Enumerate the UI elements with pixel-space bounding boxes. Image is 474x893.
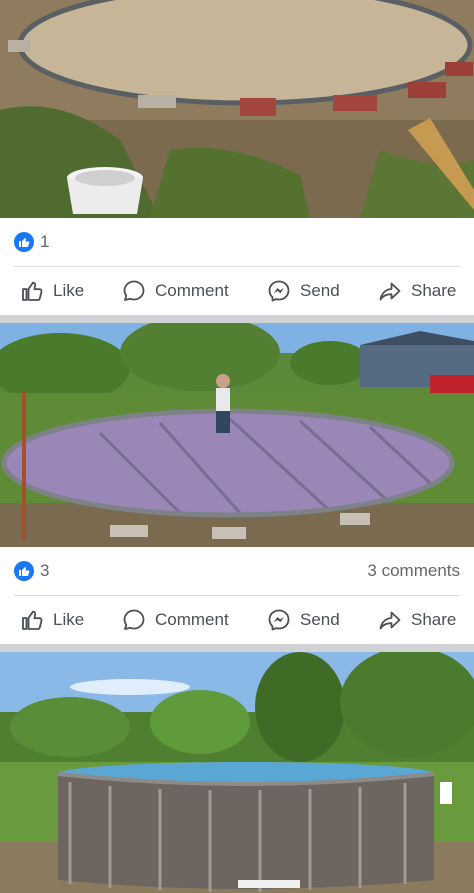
messenger-icon (268, 280, 290, 302)
share-label: Share (411, 281, 457, 300)
comment-label: Comment (155, 610, 229, 629)
post-card: 1 Like Comment Send Share (0, 218, 474, 315)
send-button[interactable]: Send (267, 267, 340, 315)
post-separator (0, 644, 474, 652)
thumbs-up-icon (22, 281, 43, 301)
post-separator (0, 315, 474, 323)
reaction-count: 3 (40, 561, 50, 580)
like-reaction-icon (14, 561, 34, 581)
like-button[interactable]: Like (20, 267, 84, 315)
share-button[interactable]: Share (378, 267, 456, 315)
comment-bubble-icon (123, 609, 145, 630)
comments-count-link[interactable]: 3 comments (367, 561, 460, 581)
post-photo-above-ground-pool[interactable] (0, 652, 474, 893)
share-button[interactable]: Share (378, 596, 456, 644)
like-reaction-icon (14, 232, 34, 252)
like-button[interactable]: Like (20, 596, 84, 644)
send-label: Send (300, 281, 340, 300)
comment-label: Comment (155, 281, 229, 300)
reactions-bar[interactable]: 1 (0, 218, 474, 266)
post-card: 3 3 comments Like Comment Send Share (0, 547, 474, 644)
post-photo-pool-base[interactable] (0, 0, 474, 218)
thumbs-up-icon (22, 610, 43, 630)
like-label: Like (53, 281, 85, 300)
share-label: Share (411, 610, 457, 629)
action-bar: Like Comment Send Share (0, 267, 474, 315)
send-label: Send (300, 610, 340, 629)
share-arrow-icon (379, 282, 401, 301)
messenger-icon (268, 609, 290, 631)
reaction-count: 1 (40, 232, 50, 251)
comment-bubble-icon (123, 280, 145, 301)
action-bar: Like Comment Send Share (0, 596, 474, 644)
send-button[interactable]: Send (267, 596, 340, 644)
post-photo-foam-insulation[interactable] (0, 323, 474, 547)
reactions-bar[interactable]: 3 3 comments (0, 547, 474, 595)
like-label: Like (53, 610, 85, 629)
comment-button[interactable]: Comment (122, 267, 229, 315)
comment-button[interactable]: Comment (122, 596, 229, 644)
share-arrow-icon (379, 611, 401, 630)
